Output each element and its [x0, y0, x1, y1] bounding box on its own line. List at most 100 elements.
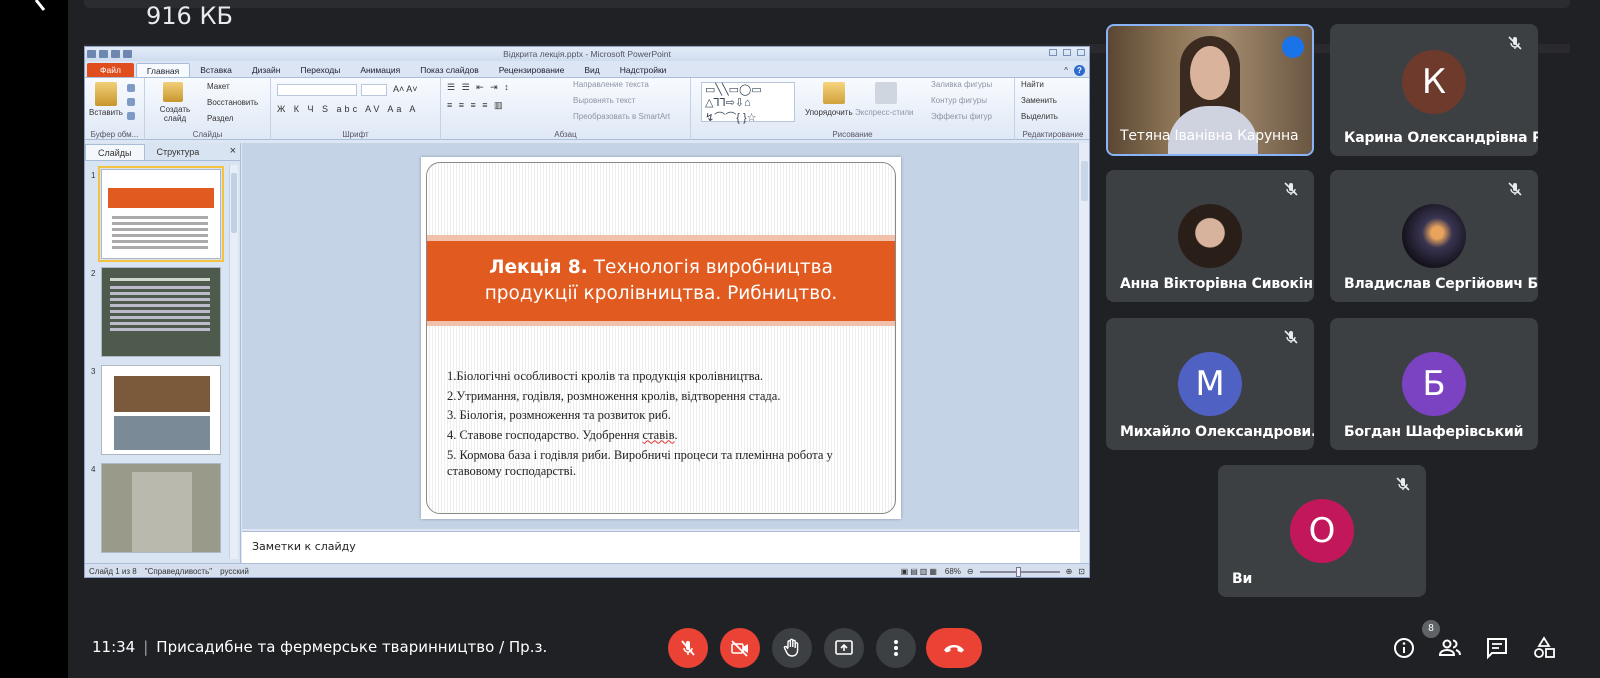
tab-insert[interactable]: Вставка — [190, 63, 242, 77]
raise-hand-button[interactable] — [772, 628, 812, 668]
replace-button[interactable]: Заменить — [1021, 96, 1057, 105]
shape-outline-button[interactable]: Контур фигуры — [931, 96, 987, 105]
copy-icon[interactable] — [127, 98, 135, 106]
view-buttons[interactable]: ▣▤▥▦ — [901, 567, 939, 576]
help-icon[interactable]: ? — [1074, 64, 1085, 76]
tab-addins[interactable]: Надстройки — [610, 63, 677, 77]
cut-icon[interactable] — [127, 84, 135, 92]
powerpoint-window: Відкрита лекція.pptx - Microsoft PowerPo… — [84, 46, 1090, 578]
slide-thumbnail-4[interactable] — [101, 463, 221, 553]
shape-row-1: ▭╲╲▭◯▭ — [705, 84, 762, 96]
text-direction-button[interactable]: Направление текста — [573, 80, 649, 89]
people-icon[interactable] — [1438, 636, 1462, 660]
list-buttons[interactable]: ☰ ☰ ⇤ ⇥ ↕ — [447, 82, 511, 93]
quick-styles-button[interactable]: Экспресс-стили — [855, 108, 914, 117]
arrange-icon[interactable] — [823, 82, 845, 104]
tab-review[interactable]: Рецензирование — [489, 63, 575, 77]
more-options-button[interactable] — [876, 628, 916, 668]
present-button[interactable] — [824, 628, 864, 668]
tab-file[interactable]: Файл — [87, 63, 134, 77]
leave-call-button[interactable] — [926, 628, 982, 668]
participant-tile[interactable]: М Михайло Олександрови... — [1106, 318, 1314, 450]
minimize-icon[interactable] — [1049, 49, 1057, 56]
zoom-in-icon[interactable]: ⊕ — [1066, 567, 1073, 576]
paste-icon[interactable] — [95, 82, 117, 106]
tab-slides[interactable]: Слайды — [85, 143, 145, 160]
thumb-text-lines — [112, 216, 208, 219]
paragraph-group: ☰ ☰ ⇤ ⇥ ↕ ≡ ≡ ≡ ≡ ▥ Направление текста В… — [441, 78, 691, 140]
tab-transitions[interactable]: Переходы — [290, 63, 350, 77]
slide-thumbnail-2[interactable] — [101, 267, 221, 357]
new-slide-button[interactable]: Создать слайд — [157, 105, 193, 123]
zoom-out-icon[interactable]: ⊖ — [967, 567, 974, 576]
maximize-icon[interactable] — [1063, 49, 1071, 56]
paste-button[interactable]: Вставить — [89, 108, 123, 117]
participant-tile[interactable]: Б Богдан Шаферівський — [1330, 318, 1538, 450]
paragraph-group-label: Абзац — [554, 130, 577, 139]
font-size-select[interactable] — [361, 84, 387, 96]
close-pane-icon[interactable]: × — [230, 145, 236, 157]
format-painter-icon[interactable] — [127, 112, 135, 120]
video-person-face — [1190, 46, 1230, 100]
slide-canvas[interactable]: Лекція 8. Технологія виробництва продукц… — [421, 157, 901, 519]
thumb-number: 3 — [91, 367, 96, 376]
align-buttons[interactable]: ≡ ≡ ≡ ≡ ▥ — [447, 100, 505, 111]
font-family-select[interactable] — [277, 84, 357, 96]
tab-animation[interactable]: Анимация — [350, 63, 410, 77]
mic-off-icon — [1508, 182, 1522, 196]
tab-design[interactable]: Дизайн — [242, 63, 291, 77]
participant-tile[interactable]: К Карина Олександрівна Р... — [1330, 24, 1538, 156]
select-button[interactable]: Выделить — [1021, 112, 1058, 121]
close-icon[interactable] — [1077, 49, 1085, 56]
list-item-text: . — [674, 427, 678, 442]
slide-title[interactable]: Лекція 8. Технологія виробництва продукц… — [427, 241, 895, 321]
collapse-ribbon-icon[interactable]: ^ — [1064, 66, 1068, 75]
font-style-buttons[interactable]: Ж К Ч S abc AV Aa A — [277, 104, 418, 114]
back-arrow-icon[interactable] — [14, 0, 54, 24]
participant-tile[interactable]: Анна Вікторівна Сивокінь — [1106, 170, 1314, 302]
fit-window-icon[interactable]: ⊡ — [1078, 567, 1085, 576]
slides-pane-scrollbar[interactable] — [229, 165, 238, 559]
zoom-slider-thumb[interactable] — [1015, 566, 1021, 577]
new-slide-icon[interactable] — [163, 82, 183, 102]
info-icon[interactable] — [1392, 636, 1416, 660]
participant-name: Анна Вікторівна Сивокінь — [1120, 276, 1314, 292]
chat-icon[interactable] — [1485, 636, 1509, 660]
vertical-scrollbar[interactable] — [1078, 143, 1089, 577]
shape-fill-button[interactable]: Заливка фигуры — [931, 80, 992, 89]
align-text-button[interactable]: Выровнять текст — [573, 96, 635, 105]
camera-toggle-button[interactable] — [720, 628, 760, 668]
tab-outline[interactable]: Структура — [145, 144, 212, 160]
shapes-gallery[interactable]: ▭╲╲▭◯▭ △⅂⅂⇨⇩⌂ ↯⌒⌒{ }☆ — [701, 82, 795, 124]
zoom-slider[interactable] — [979, 566, 1060, 577]
participant-tile-video[interactable]: Тетяна Іванівна Карунна — [1106, 24, 1314, 156]
section-button[interactable]: Раздел — [207, 114, 233, 123]
slide-body[interactable]: 1.Біологічні особливості кролів та проду… — [447, 367, 887, 479]
ppt-title-bar: Відкрита лекція.pptx - Microsoft PowerPo… — [85, 47, 1089, 61]
tab-slideshow[interactable]: Показ слайдов — [410, 63, 489, 77]
grow-shrink-font-icon[interactable]: A˄ A˅ — [393, 84, 418, 94]
slides-pane: Слайды Структура × 1 2 3 4 — [85, 143, 241, 563]
shape-row-3: ↯⌒⌒{ }☆ — [705, 112, 757, 124]
zoom-level[interactable]: 68% — [945, 567, 961, 576]
scroll-thumb[interactable] — [1081, 161, 1088, 201]
tab-home[interactable]: Главная — [135, 63, 191, 77]
convert-smartart-button[interactable]: Преобразовать в SmartArt — [573, 112, 670, 121]
slide-thumbnail-1[interactable] — [98, 166, 224, 262]
participant-tile-self[interactable]: О Ви — [1218, 465, 1426, 597]
reset-button[interactable]: Восстановить — [207, 98, 258, 107]
activities-icon[interactable] — [1532, 636, 1556, 660]
quick-styles-icon[interactable] — [875, 82, 897, 104]
layout-button[interactable]: Макет — [207, 82, 230, 91]
zoom-controls: ▣▤▥▦ 68% ⊖ ⊕ ⊡ — [901, 566, 1089, 577]
mic-toggle-button[interactable] — [668, 628, 708, 668]
slide-thumbnail-3[interactable] — [101, 365, 221, 455]
arrange-button[interactable]: Упорядочить — [805, 108, 853, 117]
notes-field[interactable]: Заметки к слайду — [242, 531, 1080, 563]
thumb-photo — [114, 376, 210, 412]
tab-view[interactable]: Вид — [574, 63, 609, 77]
shape-effects-button[interactable]: Эффекты фигур — [931, 112, 992, 121]
scroll-thumb[interactable] — [231, 173, 237, 233]
participant-tile[interactable]: Владислав Сергійович Б... — [1330, 170, 1538, 302]
find-button[interactable]: Найти — [1021, 80, 1044, 89]
